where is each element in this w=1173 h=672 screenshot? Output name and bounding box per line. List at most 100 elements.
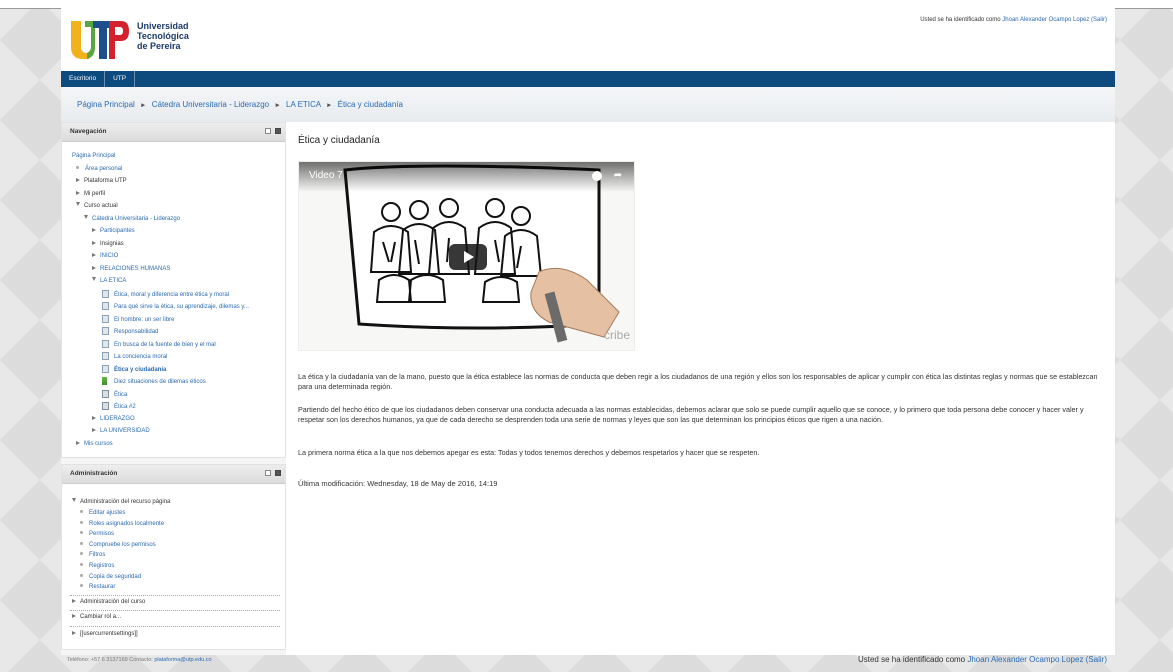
nav-item[interactable]: Plataforma UTP [76,177,127,185]
nav-item[interactable]: Ética #2 [102,402,136,411]
administration-title: Administración [70,470,118,477]
nav-item[interactable]: INICIO [92,252,118,260]
nav-item[interactable]: Para qué sirve la ética, su aprendizaje,… [102,302,249,311]
utp-logo[interactable]: Universidad Tecnológica de Pereira [69,17,219,61]
expand-down-icon [84,214,88,219]
nav-item[interactable]: Curso actual [76,202,118,210]
book-icon [102,389,109,398]
nav-item[interactable]: Ética y ciudadanía [102,364,166,374]
admin-item[interactable]: Editar ajustes [80,509,125,517]
admin-item-label: Copia de seguridad [89,573,142,580]
admin-item[interactable]: Filtros [80,551,105,559]
breadcrumb-current[interactable]: Ética y ciudadanía [338,100,403,109]
divider [70,626,280,627]
expand-right-icon [76,440,80,445]
dock-block-icon[interactable] [275,470,281,476]
nav-item[interactable]: Ética, moral y diferencia entre ética y … [102,289,229,299]
administration-block-header: Administración [62,465,285,484]
bullet-icon [80,584,83,588]
nav-item[interactable]: Mi perfil [76,190,105,198]
footer-logout-link[interactable]: (Salir) [1083,655,1107,664]
nav-item[interactable]: Área personal [76,165,122,173]
admin-item[interactable]: Restaurar [80,583,115,591]
play-button[interactable] [449,244,487,270]
footer-login-prefix: Usted se ha identificado como [857,655,968,664]
admin-course-label: Administración del curso [80,599,146,605]
watch-later-icon[interactable] [592,171,602,181]
expand-down-icon [72,498,76,502]
user-profile-link[interactable]: Jhoan Alexander Ocampo Lopez [1002,17,1089,23]
navigation-block: Navegación Página Principal Área personal… [61,122,286,458]
nav-item-label: INICIO [100,253,119,259]
nav-item-label: La conciencia moral [114,354,168,360]
bullet-icon [80,552,83,556]
divider [70,595,280,596]
nav-item[interactable]: Responsabilidad [102,327,158,336]
collapse-block-icon[interactable] [265,128,271,134]
expand-down-icon [76,202,80,206]
nav-item[interactable]: En busca de la fuente de bien y el mal [102,339,216,349]
main-content: Ética y ciudadanía Video 7 ➦ cribe La ét… [286,122,1115,655]
video-embed[interactable]: Video 7 ➦ cribe [298,161,635,351]
nav-item-label: Página Principal [72,153,116,159]
left-column: Navegación Página Principal Área personal… [61,122,286,655]
admin-item[interactable]: Copia de seguridad [80,573,141,581]
collapse-block-icon[interactable] [265,470,271,476]
admin-item-label: Permisos [89,531,115,538]
site-header: Universidad Tecnológica de Pereira Usted… [61,8,1115,71]
nav-item[interactable]: Página Principal [72,152,115,160]
admin-course[interactable]: Administración del curso [72,598,145,606]
nav-item[interactable]: Mis cursos [76,440,113,448]
page-icon [102,302,109,310]
nav-item-label: LA ETICA [100,278,127,284]
nav-item[interactable]: RELACIONES HUMANAS [92,265,170,273]
logout-link[interactable]: (Salir) [1089,17,1107,23]
nav-item[interactable]: Participantes [92,227,135,235]
nav-item-label: Responsabilidad [114,329,159,335]
logo-line-3: de Pereira [137,41,181,51]
footer-user-link[interactable]: Jhoan Alexander Ocampo Lopez [967,655,1083,664]
admin-user-settings[interactable]: [[usercurrentsettings]] [72,630,138,638]
activity-icon [102,377,107,385]
footer-email-link[interactable]: plataforma@utp.edu.co [154,657,211,663]
nav-item-label: Diez situaciones de dilemas éticos [114,379,206,385]
admin-item-label: Roles asignados localmente [89,520,165,527]
nav-item[interactable]: Cátedra Universitaria - Liderazgo [84,214,180,223]
bullet-icon [80,531,83,535]
nav-item-label: Ética [114,391,128,398]
nav-item[interactable]: LA UNIVERSIDAD [92,427,150,435]
nav-item-escritorio[interactable]: Escritorio [61,71,106,87]
nav-item[interactable]: La conciencia moral [102,352,167,361]
bullet-icon [80,563,83,566]
admin-item[interactable]: Registros [80,562,114,570]
nav-item[interactable]: Insignias [92,240,124,248]
page-title: Ética y ciudadanía [298,135,380,146]
nav-item[interactable]: Diez situaciones de dilemas éticos [102,377,206,386]
nav-item-label: LIDERAZGO [100,415,135,422]
footer-contact: Teléfono: +57 6 3137169 Contacto: plataf… [67,657,212,663]
page-icon [102,339,109,348]
admin-item[interactable]: Permisos [80,530,114,538]
breadcrumb-course[interactable]: Cátedra Universitaria - Liderazgo [152,100,269,109]
dock-block-icon[interactable] [275,128,281,134]
nav-item-label: LA UNIVERSIDAD [100,428,150,434]
admin-section-page[interactable]: Administración del recurso página [72,498,170,506]
nav-item-label: El hombre: un ser libre [114,316,175,323]
admin-item[interactable]: Compruebe los permisos [80,541,156,549]
video-title[interactable]: Video 7 [309,170,343,181]
nav-item[interactable]: LIDERAZGO [92,415,135,423]
admin-item[interactable]: Roles asignados localmente [80,520,164,528]
breadcrumb-home[interactable]: Página Principal [77,100,135,109]
share-icon[interactable]: ➦ [614,171,622,181]
nav-item-utp[interactable]: UTP [105,71,136,87]
nav-item[interactable]: Ética [102,389,128,399]
bullet-icon [80,573,83,577]
expand-right-icon [76,190,80,195]
nav-item[interactable]: El hombre: un ser libre [102,314,175,324]
admin-switch-role[interactable]: Cambiar rol a... [72,613,121,621]
admin-switch-role-label: Cambiar rol a... [80,614,122,620]
nav-item[interactable]: LA ETICA [92,277,126,285]
breadcrumb-section[interactable]: LA ETICA [286,100,321,109]
footer-login-info: Usted se ha identificado como Jhoan Alex… [858,655,1107,664]
login-prefix: Usted se ha identificado como [920,17,1003,23]
